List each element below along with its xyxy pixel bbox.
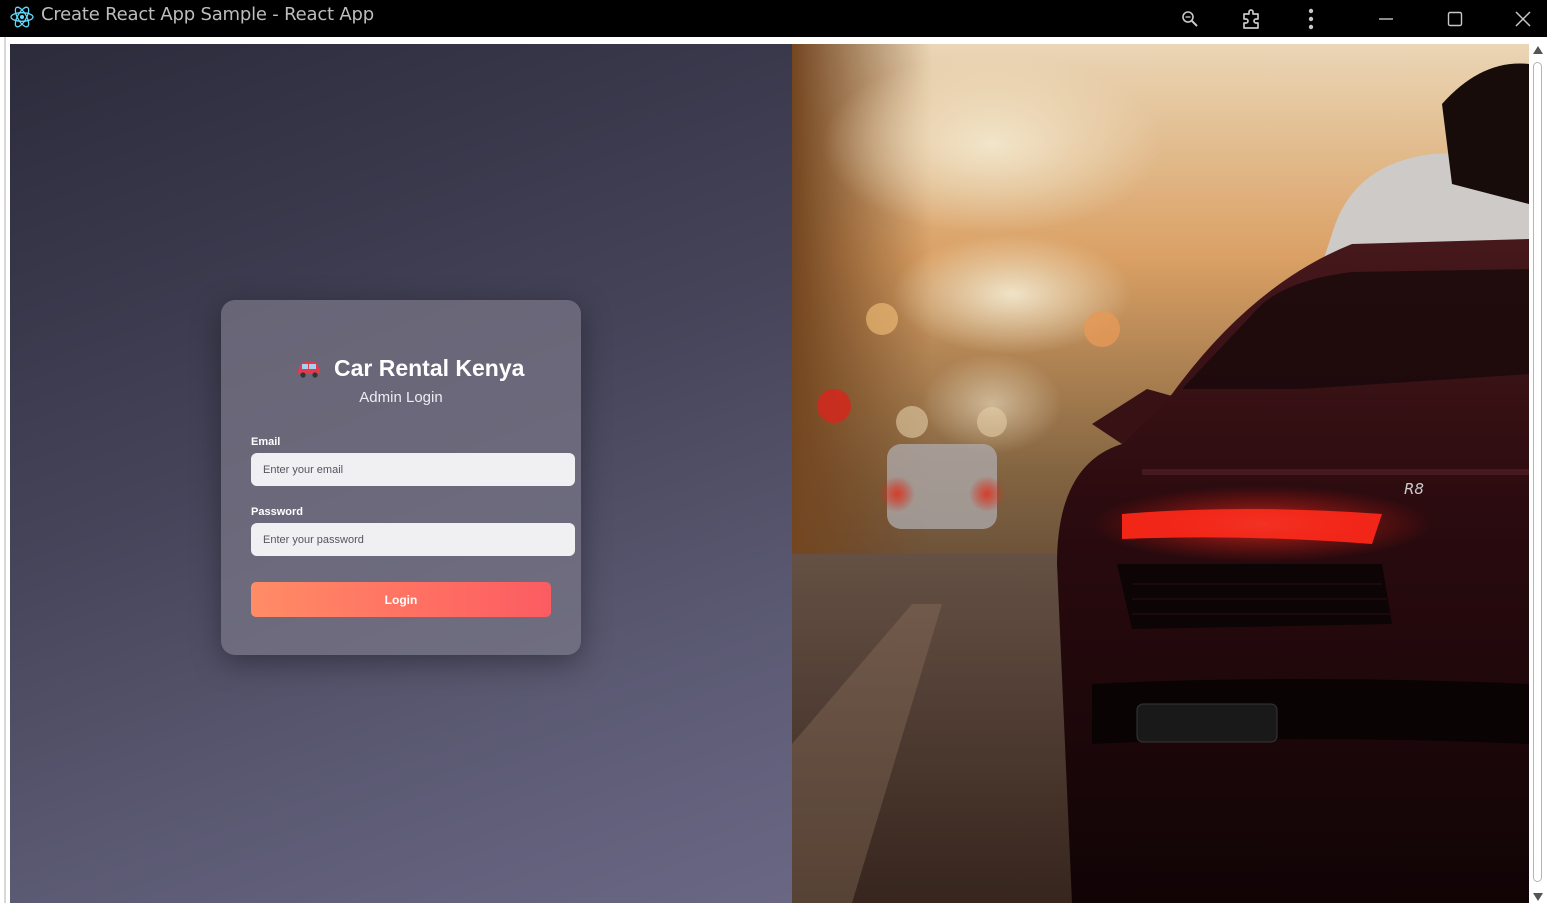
- scroll-thumb[interactable]: [1533, 62, 1542, 882]
- window-titlebar: Create React App Sample - React App: [0, 0, 1547, 37]
- close-icon: [1515, 10, 1531, 27]
- password-field[interactable]: [251, 523, 575, 556]
- login-subtitle: Admin Login: [359, 389, 443, 406]
- close-button[interactable]: [1499, 0, 1547, 37]
- vertical-scrollbar[interactable]: [1529, 44, 1547, 903]
- brand-row: Car Rental Kenya: [221, 355, 581, 382]
- scroll-down-arrow-icon[interactable]: [1533, 893, 1543, 901]
- maximize-icon: [1447, 11, 1463, 26]
- login-button[interactable]: Login: [251, 582, 551, 617]
- extensions-button[interactable]: [1228, 0, 1276, 37]
- car-icon: [297, 361, 320, 378]
- window-frame-top: [0, 37, 1547, 44]
- react-logo-icon: [10, 6, 34, 28]
- minimize-button[interactable]: [1362, 0, 1410, 37]
- minimize-icon: [1379, 17, 1393, 20]
- zoom-icon: [1182, 10, 1198, 27]
- login-card: Car Rental Kenya Admin Login Email Passw…: [221, 300, 581, 655]
- more-vertical-icon: [1308, 8, 1314, 29]
- zoom-button[interactable]: [1166, 0, 1214, 37]
- hero-car-illustration: R8: [792, 44, 1529, 903]
- email-label: Email: [251, 436, 281, 448]
- maximize-button[interactable]: [1431, 0, 1479, 37]
- password-label: Password: [251, 506, 303, 518]
- login-panel: Car Rental Kenya Admin Login Email Passw…: [10, 44, 792, 903]
- brand-title: Car Rental Kenya: [333, 355, 525, 381]
- scroll-up-arrow-icon[interactable]: [1533, 46, 1543, 54]
- more-options-button[interactable]: [1287, 0, 1335, 37]
- window-title: Create React App Sample - React App: [41, 4, 374, 25]
- window-frame-left: [0, 37, 10, 903]
- hero-car-image: R8: [792, 44, 1529, 903]
- extensions-icon: [1243, 8, 1259, 29]
- email-field[interactable]: [251, 453, 575, 486]
